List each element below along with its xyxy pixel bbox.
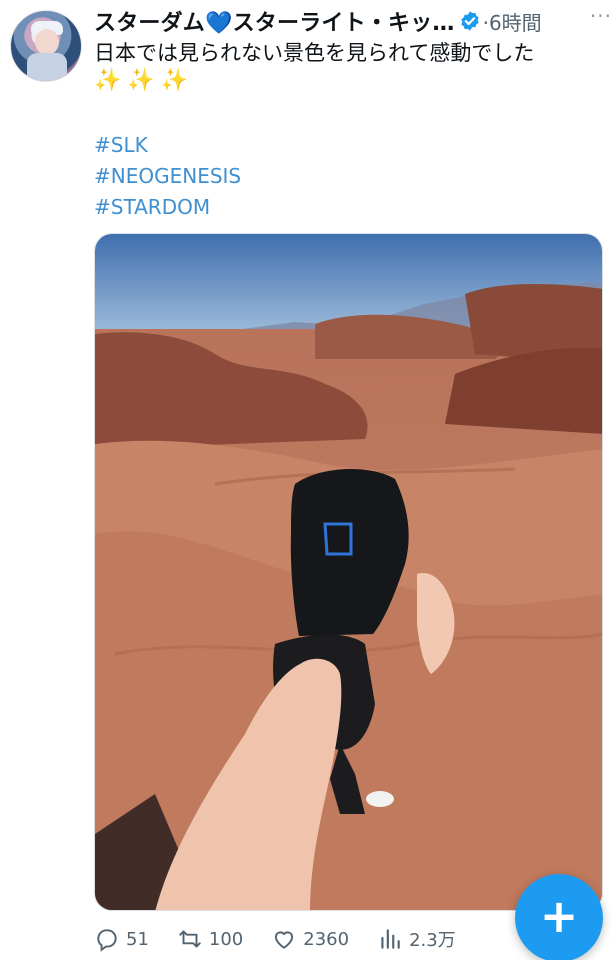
views-count: 2.3万 (409, 930, 456, 951)
tweet-time[interactable]: ·6時間 (483, 7, 542, 36)
tweet-actions: 51 100 2360 2.3万 (94, 922, 514, 956)
avatar-body (27, 53, 67, 81)
tweet-photo[interactable] (94, 233, 603, 911)
reply-button[interactable]: 51 (94, 926, 149, 952)
like-icon (275, 931, 294, 949)
views-button[interactable]: 2.3万 (377, 926, 456, 952)
avatar-face (35, 29, 59, 55)
hashtag-neogenesis[interactable]: #NEOGENESIS (94, 161, 241, 192)
hashtag-slk[interactable]: #SLK (94, 130, 241, 161)
author-name[interactable]: スターダム💙スターライト・キッ… (94, 5, 455, 37)
avatar[interactable] (10, 10, 82, 82)
tweet-text: 日本では見られない景色を見られて感動でした (94, 41, 535, 65)
retweet-button[interactable]: 100 (177, 926, 243, 952)
retweet-icon (179, 930, 201, 948)
compose-plus-icon: + (539, 889, 579, 943)
hashtag-list: #SLK #NEOGENESIS #STARDOM (94, 130, 241, 223)
views-icon (381, 929, 400, 949)
reply-count: 51 (126, 928, 149, 950)
verified-badge-icon (460, 11, 479, 31)
tweet-header: スターダム💙スターライト・キッ… ·6時間 (94, 5, 609, 37)
compose-button[interactable]: + (515, 874, 603, 960)
like-button[interactable]: 2360 (271, 926, 349, 952)
like-count: 2360 (303, 928, 350, 950)
hashtag-stardom[interactable]: #STARDOM (94, 192, 241, 223)
reply-icon (97, 929, 117, 952)
more-options-icon[interactable]: ··· (590, 4, 612, 28)
sparkles-emoji: ✨✨✨ (94, 68, 195, 93)
retweet-count: 100 (208, 928, 244, 950)
